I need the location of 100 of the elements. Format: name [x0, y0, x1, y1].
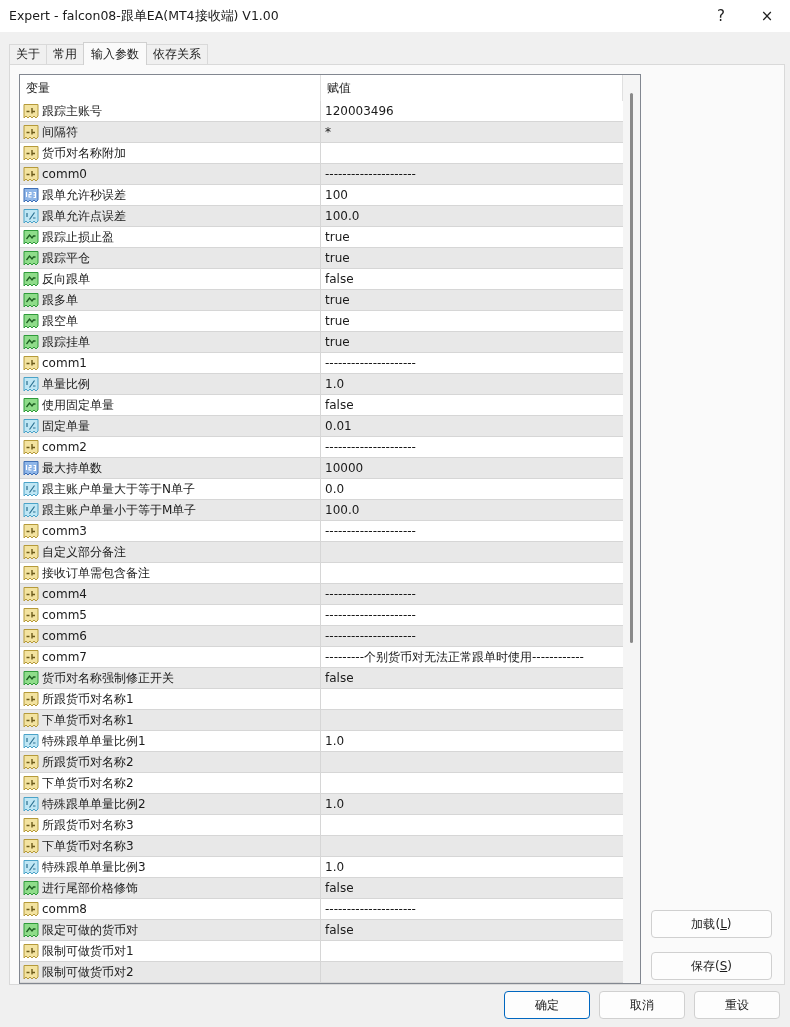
value-cell[interactable]: true — [321, 227, 623, 247]
value-cell[interactable]: --------------------- — [321, 353, 623, 373]
variable-name: 限定可做的货币对 — [42, 921, 138, 939]
dialog-button[interactable]: 确定 — [504, 991, 590, 1019]
variable-name: 进行尾部价格修饰 — [42, 879, 138, 897]
value-cell[interactable]: 120003496 — [321, 101, 623, 121]
string-type-icon — [23, 166, 39, 182]
side-button[interactable]: 加载(L) — [651, 910, 772, 938]
string-type-icon — [23, 817, 39, 833]
value-cell[interactable]: false — [321, 878, 623, 898]
value-cell[interactable]: true — [321, 248, 623, 268]
variable-name: 特殊跟单单量比例2 — [42, 795, 146, 813]
variable-name: 下单货币对名称2 — [42, 774, 134, 792]
variable-name: 下单货币对名称1 — [42, 711, 134, 729]
value-cell[interactable]: false — [321, 920, 623, 940]
variable-name: comm2 — [42, 440, 87, 454]
variable-name: 跟空单 — [42, 312, 78, 330]
value-cell[interactable]: false — [321, 668, 623, 688]
variable-name: 所跟货币对名称3 — [42, 816, 134, 834]
decimal-type-icon — [23, 733, 39, 749]
variable-name: 特殊跟单单量比例1 — [42, 732, 146, 750]
string-type-icon — [23, 124, 39, 140]
value-cell[interactable]: true — [321, 290, 623, 310]
value-cell[interactable]: 1.0 — [321, 794, 623, 814]
string-type-icon — [23, 943, 39, 959]
string-type-icon — [23, 691, 39, 707]
variable-name: 跟踪挂单 — [42, 333, 90, 351]
string-type-icon — [23, 649, 39, 665]
side-button[interactable]: 保存(S) — [651, 952, 772, 980]
value-cell[interactable]: true — [321, 332, 623, 352]
boolean-type-icon — [23, 922, 39, 938]
decimal-type-icon — [23, 796, 39, 812]
string-type-icon — [23, 586, 39, 602]
value-cell[interactable]: --------------------- — [321, 626, 623, 646]
value-cell[interactable]: 1.0 — [321, 374, 623, 394]
variable-name: 跟踪平仓 — [42, 249, 90, 267]
scrollbar-thumb[interactable] — [630, 93, 633, 643]
variable-name: 跟主账户单量小于等于M单子 — [42, 501, 197, 519]
string-type-icon — [23, 754, 39, 770]
variable-name: comm4 — [42, 587, 87, 601]
value-cell[interactable]: 1.0 — [321, 731, 623, 751]
value-cell[interactable]: 100 — [321, 185, 623, 205]
boolean-type-icon — [23, 334, 39, 350]
value-cell[interactable]: 0.01 — [321, 416, 623, 436]
value-cell[interactable]: 10000 — [321, 458, 623, 478]
value-cell[interactable]: --------------------- — [321, 164, 623, 184]
boolean-type-icon — [23, 229, 39, 245]
decimal-type-icon — [23, 859, 39, 875]
integer-type-icon — [23, 460, 39, 476]
variable-name: 反向跟单 — [42, 270, 90, 288]
value-cell[interactable]: * — [321, 122, 623, 142]
variable-name: 最大持单数 — [42, 459, 102, 477]
variable-name: comm7 — [42, 650, 87, 664]
variable-name: 跟多单 — [42, 291, 78, 309]
string-type-icon — [23, 607, 39, 623]
boolean-type-icon — [23, 292, 39, 308]
variable-name: 限制可做货币对1 — [42, 942, 134, 960]
value-cell[interactable]: true — [321, 311, 623, 331]
string-type-icon — [23, 565, 39, 581]
string-type-icon — [23, 901, 39, 917]
help-button[interactable]: ? — [698, 0, 744, 32]
variable-name: 货币对名称强制修正开关 — [42, 669, 174, 687]
string-type-icon — [23, 712, 39, 728]
boolean-type-icon — [23, 271, 39, 287]
variable-name: 固定单量 — [42, 417, 90, 435]
value-cell[interactable]: 100.0 — [321, 206, 623, 226]
tab[interactable]: 关于 — [9, 44, 47, 64]
close-button[interactable]: × — [744, 0, 790, 32]
dialog-button[interactable]: 重设 — [694, 991, 780, 1019]
string-type-icon — [23, 628, 39, 644]
value-cell[interactable]: --------------------- — [321, 437, 623, 457]
value-cell[interactable]: false — [321, 269, 623, 289]
string-type-icon — [23, 544, 39, 560]
scrollbar[interactable] — [623, 75, 640, 983]
value-cell[interactable]: --------------------- — [321, 584, 623, 604]
variable-name: 单量比例 — [42, 375, 90, 393]
value-cell[interactable]: 100.0 — [321, 500, 623, 520]
value-cell[interactable]: false — [321, 395, 623, 415]
decimal-type-icon — [23, 502, 39, 518]
variable-name: comm5 — [42, 608, 87, 622]
variable-name: 所跟货币对名称2 — [42, 753, 134, 771]
value-cell[interactable]: --------------------- — [321, 521, 623, 541]
variable-name: comm6 — [42, 629, 87, 643]
value-cell[interactable]: ---------个别货币对无法正常跟单时使用------------ — [321, 647, 623, 667]
value-cell[interactable]: --------------------- — [321, 899, 623, 919]
string-type-icon — [23, 145, 39, 161]
tab[interactable]: 依存关系 — [146, 44, 208, 64]
value-cell[interactable]: --------------------- — [321, 605, 623, 625]
tab[interactable]: 输入参数 — [83, 42, 147, 65]
decimal-type-icon — [23, 481, 39, 497]
value-cell[interactable]: 0.0 — [321, 479, 623, 499]
variable-name: 特殊跟单单量比例3 — [42, 858, 146, 876]
variable-name: 间隔符 — [42, 123, 78, 141]
value-cell[interactable]: 1.0 — [321, 857, 623, 877]
dialog-button[interactable]: 取消 — [599, 991, 685, 1019]
boolean-type-icon — [23, 250, 39, 266]
string-type-icon — [23, 775, 39, 791]
variable-name: 限制可做货币对2 — [42, 963, 134, 981]
variable-name: comm1 — [42, 356, 87, 370]
string-type-icon — [23, 103, 39, 119]
